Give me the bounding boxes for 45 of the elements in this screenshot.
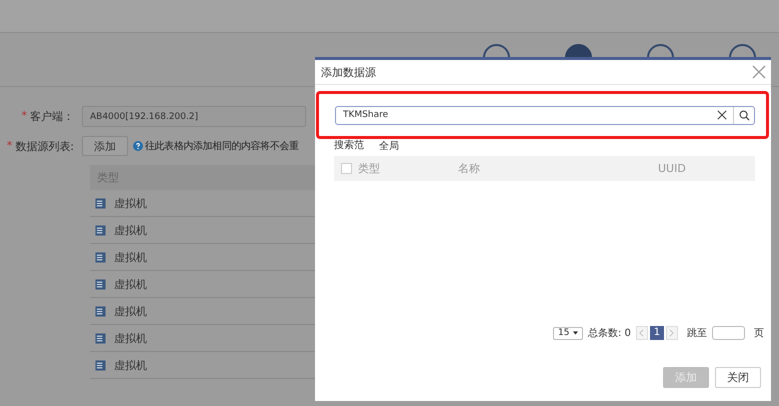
scope-label: 搜索范 (334, 139, 365, 153)
page-suffix: 页 (754, 327, 764, 340)
select-all-checkbox[interactable] (341, 163, 352, 174)
column-header: 名称 (458, 161, 481, 176)
client-select[interactable]: AB4000[192.168.200.2] (82, 106, 306, 126)
close-icon[interactable] (752, 65, 766, 79)
page-input[interactable] (712, 326, 745, 340)
table-cell: 虚拟机 (114, 222, 147, 238)
server-icon (95, 332, 106, 344)
server-icon (95, 360, 106, 370)
table-cell: 虚拟机 (114, 358, 147, 372)
table-cell: 虚拟机 (114, 276, 147, 292)
table-cell: 虚拟机 (114, 304, 147, 318)
column-header: 类型 (358, 161, 381, 176)
prev-page-button[interactable] (636, 326, 648, 340)
jump-label: 跳至 (686, 326, 707, 340)
client-label: 客户端： (30, 108, 74, 124)
chevron-left-icon (639, 329, 644, 337)
chevron-right-icon (669, 329, 674, 337)
help-icon (133, 141, 143, 151)
server-icon (95, 306, 106, 316)
caret-icon (573, 331, 578, 335)
page-size-select[interactable]: 15 (553, 326, 583, 340)
table-cell: 虚拟机 (114, 196, 147, 210)
next-page-button[interactable] (666, 326, 678, 340)
hint-text: 往此表格内添加相同的内容将不会重 (145, 140, 299, 153)
datasource-list-label: 数据源列表: (15, 138, 74, 154)
scope-value[interactable]: 全局 (379, 139, 399, 156)
add-button[interactable]: 添加 (82, 136, 128, 156)
dialog-button[interactable]: 关闭 (715, 367, 761, 388)
required-mark: * (6, 138, 12, 154)
page-button[interactable]: 1 (650, 326, 664, 340)
total-count: 总条数: 0 (588, 326, 631, 340)
dialog-title: 添加数据源 (321, 64, 376, 80)
server-icon (95, 252, 106, 262)
table-cell: 虚拟机 (114, 250, 147, 264)
server-icon (95, 224, 106, 236)
search-field[interactable]: TKMShare (335, 106, 755, 124)
server-icon (95, 198, 106, 208)
search-icon (738, 110, 750, 120)
table-cell: 虚拟机 (114, 330, 147, 346)
required-mark: * (22, 108, 27, 124)
column-header: UUID (658, 162, 686, 175)
server-icon (95, 278, 106, 290)
clear-icon[interactable] (717, 110, 727, 120)
